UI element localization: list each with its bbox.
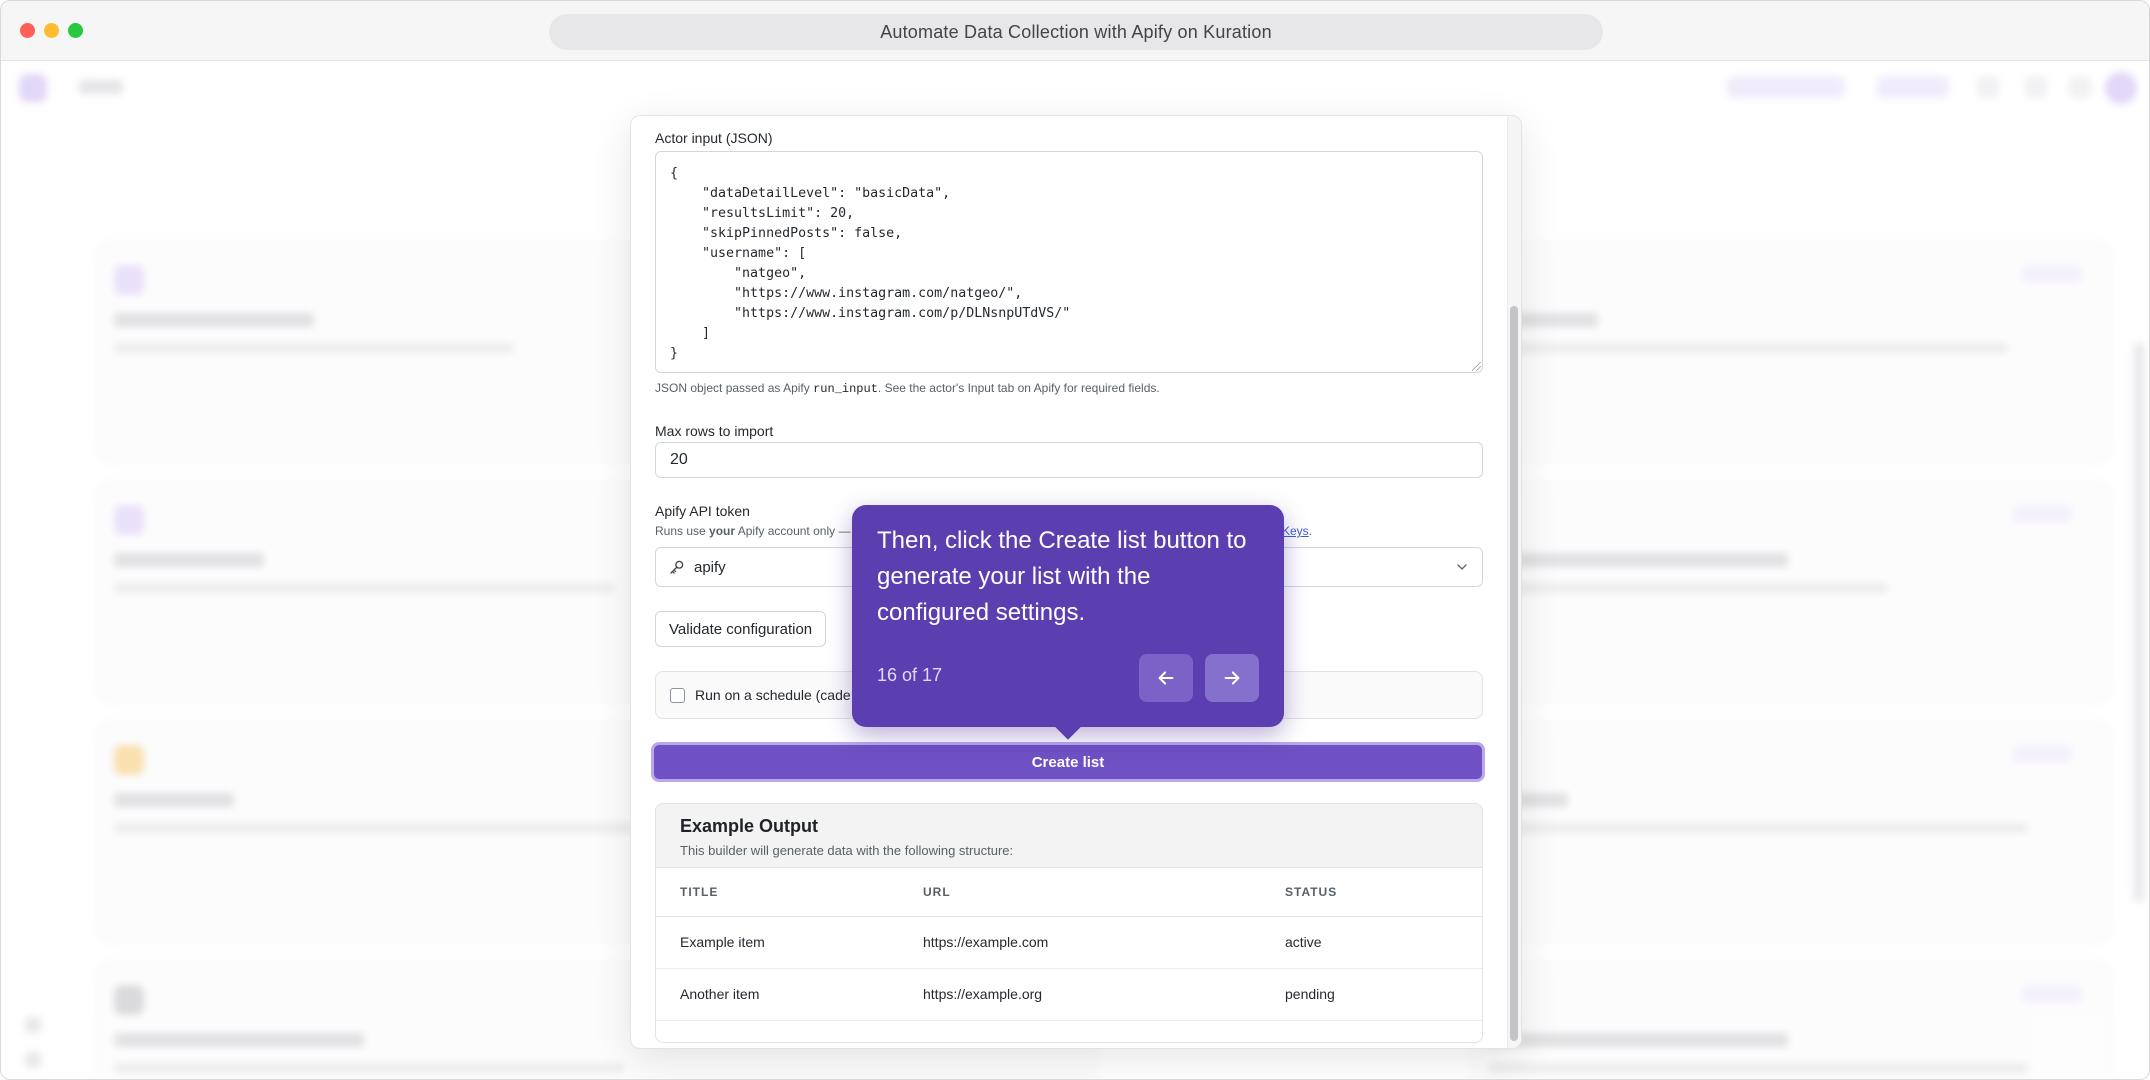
token-label: Apify API token bbox=[655, 503, 750, 519]
column-header-url: URL bbox=[923, 868, 1285, 917]
modal-scrollbar[interactable] bbox=[1507, 116, 1521, 1048]
breadcrumb bbox=[79, 80, 123, 94]
example-output-title: Example Output bbox=[680, 816, 819, 836]
maximize-window-button[interactable] bbox=[68, 23, 83, 38]
table-row: Another item https://example.org pending bbox=[656, 968, 1482, 1021]
close-window-button[interactable] bbox=[20, 23, 35, 38]
column-header-status: STATUS bbox=[1285, 868, 1482, 917]
cell-status: active bbox=[1285, 916, 1482, 969]
tour-previous-button[interactable] bbox=[1139, 654, 1193, 702]
page-scrollbar bbox=[2133, 342, 2145, 902]
background-card bbox=[1471, 962, 2111, 1079]
arrow-right-icon bbox=[1224, 671, 1240, 685]
tour-popover: Then, click the Create list button to ge… bbox=[852, 505, 1284, 740]
minimize-window-button[interactable] bbox=[44, 23, 59, 38]
api-keys-link[interactable]: Keys bbox=[1282, 524, 1309, 538]
token-help-end: Keys. bbox=[1282, 524, 1313, 538]
app-logo bbox=[19, 74, 47, 102]
header-button bbox=[1727, 76, 1845, 98]
sidebar-icon bbox=[25, 1017, 41, 1033]
resize-handle-icon[interactable] bbox=[1472, 362, 1481, 371]
browser-window: Automate Data Collection with Apify on K… bbox=[0, 0, 2150, 1080]
cell-url: https://example.com bbox=[923, 916, 1285, 969]
arrow-left-icon bbox=[1158, 671, 1174, 685]
key-icon bbox=[670, 560, 684, 574]
schedule-label: Run on a schedule (cade bbox=[695, 687, 851, 703]
validate-configuration-button[interactable]: Validate configuration bbox=[655, 611, 827, 647]
example-output-table: TITLE URL STATUS Example item https://ex… bbox=[656, 868, 1482, 1021]
tour-message: Then, click the Create list button to ge… bbox=[877, 527, 1247, 626]
header-icon bbox=[2025, 76, 2047, 98]
token-select-value: apify bbox=[694, 558, 726, 576]
modal-scrollbar-thumb[interactable] bbox=[1510, 306, 1518, 1041]
schedule-checkbox[interactable] bbox=[670, 687, 685, 703]
header-icon bbox=[1977, 76, 1999, 98]
max-rows-input[interactable]: 20 bbox=[655, 442, 1483, 478]
sidebar-icon bbox=[25, 1052, 41, 1068]
background-card bbox=[1471, 482, 2111, 702]
background-card bbox=[1471, 242, 2111, 462]
actor-input-label: Actor input (JSON) bbox=[655, 130, 773, 146]
actor-input-textarea[interactable]: { "dataDetailLevel": "basicData", "resul… bbox=[655, 151, 1483, 373]
actor-input-help: JSON object passed as Apify run_input. S… bbox=[655, 381, 1160, 396]
create-list-button[interactable]: Create list bbox=[651, 742, 1485, 782]
tour-progress: 16 of 17 bbox=[877, 665, 943, 685]
avatar bbox=[2105, 72, 2137, 104]
token-help: Runs use your Apify account only — bbox=[655, 524, 851, 538]
max-rows-label: Max rows to import bbox=[655, 423, 774, 439]
title-bar: Automate Data Collection with Apify on K… bbox=[1, 1, 2149, 61]
column-header-title: TITLE bbox=[656, 868, 923, 917]
cell-url: https://example.org bbox=[923, 968, 1285, 1021]
cell-status: pending bbox=[1285, 968, 1482, 1021]
cell-title: Example item bbox=[656, 916, 923, 969]
chevron-down-icon bbox=[1457, 564, 1467, 570]
example-output-panel: Example Output This builder will generat… bbox=[655, 803, 1483, 1043]
header-button bbox=[1877, 76, 1949, 98]
background-card bbox=[1471, 722, 2111, 942]
cell-title: Another item bbox=[656, 968, 923, 1021]
window-title[interactable]: Automate Data Collection with Apify on K… bbox=[549, 14, 1603, 50]
header-icon bbox=[2069, 76, 2091, 98]
table-row: Example item https://example.com active bbox=[656, 916, 1482, 969]
tour-next-button[interactable] bbox=[1205, 654, 1259, 702]
example-output-subtitle: This builder will generate data with the… bbox=[680, 843, 1014, 858]
